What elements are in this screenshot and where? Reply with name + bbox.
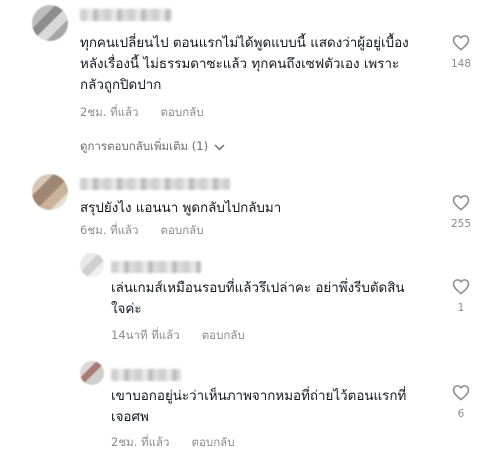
- like-button[interactable]: 1: [449, 278, 473, 314]
- comment-time: 6ชม. ที่แล้ว: [80, 223, 139, 237]
- reply-button[interactable]: ตอบกลับ: [161, 222, 204, 240]
- heart-outline-icon: [452, 195, 470, 211]
- username-obscured[interactable]: [111, 261, 201, 273]
- chevron-down-icon: [214, 143, 225, 151]
- reply-text: เล่นเกมส์เหมือนรอบที่แล้วรึเปล่าคะ อย่าพ…: [111, 281, 405, 317]
- comment-time: 2ชม. ที่แล้ว: [80, 105, 139, 119]
- view-more-replies-button[interactable]: ดูการตอบกลับเพิ่มเติม (1): [80, 138, 225, 156]
- avatar[interactable]: [32, 5, 68, 41]
- like-button[interactable]: 255: [449, 194, 473, 230]
- username-obscured[interactable]: [111, 369, 181, 381]
- avatar[interactable]: [32, 174, 68, 210]
- username-obscured[interactable]: [80, 178, 230, 190]
- username-obscured[interactable]: [80, 9, 172, 21]
- heart-outline-icon: [452, 279, 470, 295]
- view-more-label: ดูการตอบกลับเพิ่มเติม (1): [80, 139, 209, 153]
- reply-item: เขาบอกอยู่น่ะว่าเห็นภาพจากหมอที่ถ่ายไว้ต…: [0, 357, 499, 457]
- reply-button[interactable]: ตอบกลับ: [161, 104, 204, 122]
- comment-meta: 2ชม. ที่แล้ว ตอบกลับ: [80, 104, 204, 122]
- reply-meta: 14นาที ที่แล้ว ตอบกลับ: [111, 327, 245, 345]
- heart-outline-icon: [452, 35, 470, 51]
- reply-time: 14นาที ที่แล้ว: [111, 328, 180, 342]
- reply-button[interactable]: ตอบกลับ: [192, 434, 235, 452]
- like-count: 1: [457, 302, 465, 314]
- like-count: 148: [450, 58, 472, 70]
- comment-meta: 6ชม. ที่แล้ว ตอบกลับ: [80, 222, 204, 240]
- comment-item: สรุปยังไง แอนนา พูดกลับไปกลับมา 6ชม. ที่…: [0, 168, 499, 248]
- reply-time: 2ชม. ที่แล้ว: [111, 435, 170, 449]
- reply-text: เขาบอกอยู่น่ะว่าเห็นภาพจากหมอที่ถ่ายไว้ต…: [111, 389, 407, 425]
- like-button[interactable]: 148: [449, 34, 473, 70]
- like-count: 255: [450, 218, 472, 230]
- like-button[interactable]: 6: [449, 384, 473, 420]
- comment-text: สรุปยังไง แอนนา พูดกลับไปกลับมา: [80, 201, 282, 216]
- reply-item: เล่นเกมส์เหมือนรอบที่แล้วรึเปล่าคะ อย่าพ…: [0, 250, 499, 345]
- comment-item: ทุกคนเปลี่ยนไป ตอนแรกไม่ได้พูดแบบนี้ แสด…: [0, 0, 499, 160]
- reply-button[interactable]: ตอบกลับ: [202, 327, 245, 345]
- heart-outline-icon: [452, 385, 470, 401]
- avatar[interactable]: [80, 253, 104, 277]
- reply-meta: 2ชม. ที่แล้ว ตอบกลับ: [111, 434, 235, 452]
- comment-text: ทุกคนเปลี่ยนไป ตอนแรกไม่ได้พูดแบบนี้ แสด…: [80, 36, 409, 93]
- like-count: 6: [457, 408, 465, 420]
- avatar[interactable]: [80, 361, 104, 385]
